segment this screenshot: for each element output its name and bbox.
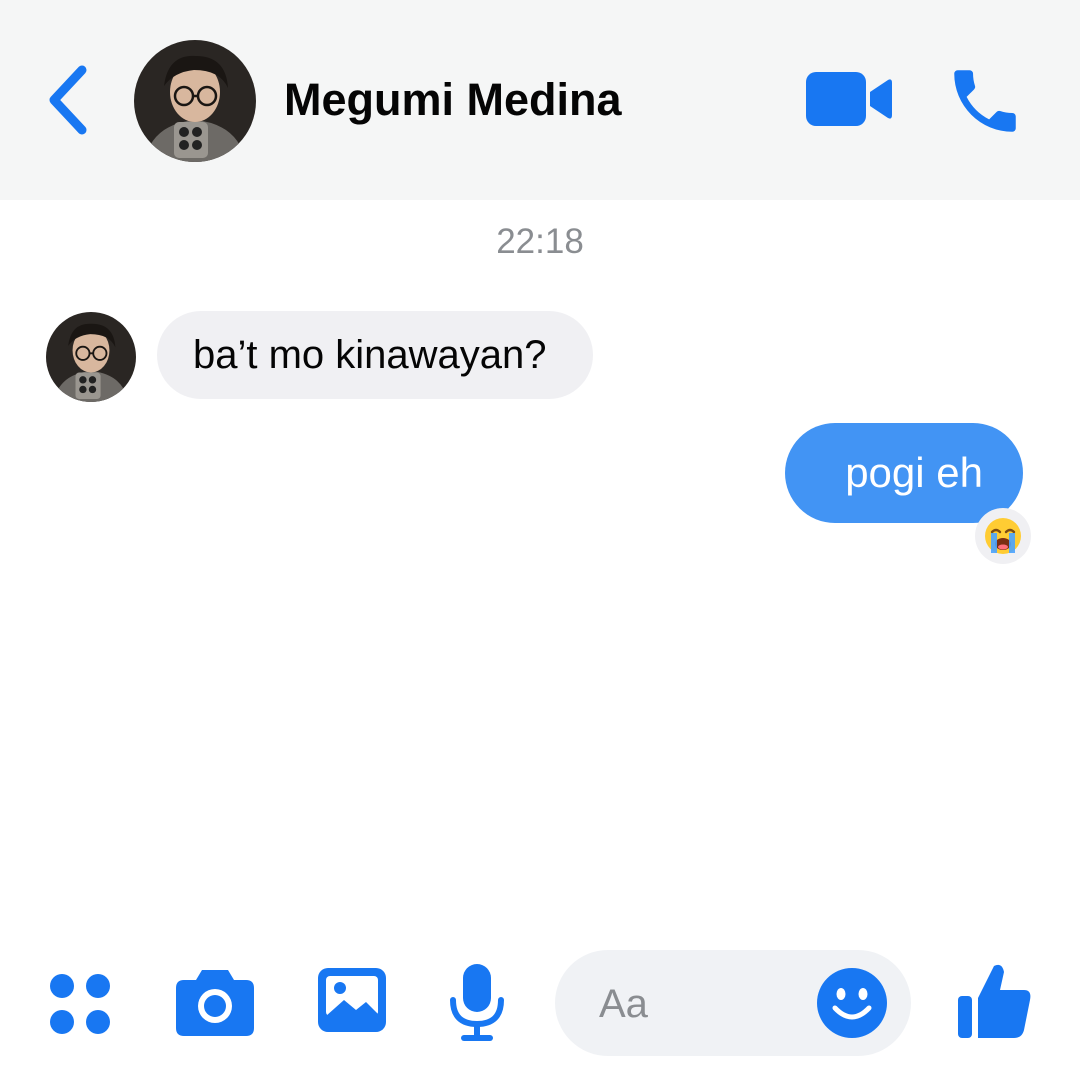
gallery-button[interactable]: [316, 964, 388, 1036]
message-reaction[interactable]: [975, 508, 1031, 564]
gallery-icon: [318, 968, 386, 1032]
avatar-photo: [134, 40, 256, 162]
voice-call-button[interactable]: [944, 60, 1026, 142]
apps-icon: [50, 974, 110, 1034]
message-timestamp: 22:18: [496, 222, 584, 261]
apps-button[interactable]: [46, 970, 114, 1038]
contact-avatar[interactable]: [134, 40, 256, 162]
phone-icon: [954, 70, 1016, 132]
loudly-crying-face-icon: [985, 518, 1021, 554]
incoming-message-bubble[interactable]: ba’t mo kinawayan?: [157, 311, 593, 399]
camera-icon: [176, 970, 254, 1036]
like-button[interactable]: [954, 960, 1034, 1042]
video-camera-icon: [806, 72, 892, 126]
video-call-button[interactable]: [804, 68, 894, 130]
microphone-icon: [450, 964, 504, 1041]
contact-name[interactable]: Megumi Medina: [284, 72, 622, 128]
back-button[interactable]: [38, 62, 98, 138]
avatar-photo: [46, 312, 136, 402]
message-input[interactable]: [599, 976, 799, 1032]
emoji-button[interactable]: [815, 966, 889, 1040]
message-composer: [555, 950, 911, 1056]
sender-avatar[interactable]: [46, 312, 136, 402]
emoji-icon: [817, 968, 887, 1038]
thumbs-up-icon: [958, 964, 1031, 1038]
conversation-header: Megumi Medina: [0, 0, 1080, 200]
voice-clip-button[interactable]: [446, 962, 508, 1042]
chevron-left-icon: [49, 65, 87, 135]
camera-button[interactable]: [174, 966, 256, 1038]
outgoing-message-bubble[interactable]: pogi eh: [785, 423, 1023, 523]
